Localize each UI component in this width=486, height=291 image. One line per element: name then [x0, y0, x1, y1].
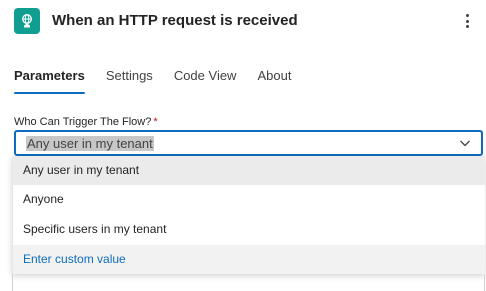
tab-settings[interactable]: Settings	[106, 68, 153, 96]
option-specific-users[interactable]: Specific users in my tenant	[13, 215, 485, 244]
chevron-down-icon	[460, 140, 470, 147]
globe-hand-icon	[22, 14, 32, 28]
who-can-trigger-select[interactable]: Any user in my tenant	[14, 130, 483, 156]
field-label-text: Who Can Trigger The Flow?	[14, 116, 152, 128]
option-anyone[interactable]: Anyone	[13, 185, 485, 214]
option-any-user-in-tenant[interactable]: Any user in my tenant	[13, 156, 485, 185]
who-can-trigger-label: Who Can Trigger The Flow? *	[14, 116, 158, 128]
tab-parameters[interactable]: Parameters	[14, 68, 85, 96]
tab-bar: Parameters Settings Code View About	[14, 68, 312, 96]
panel-edge	[12, 274, 485, 291]
more-vertical-icon[interactable]	[460, 11, 474, 31]
http-request-icon	[14, 8, 40, 34]
required-marker: *	[153, 116, 158, 128]
option-enter-custom-value[interactable]: Enter custom value	[13, 245, 485, 274]
trigger-title: When an HTTP request is received	[52, 12, 298, 29]
tab-code-view[interactable]: Code View	[174, 68, 237, 96]
trigger-header: When an HTTP request is received	[0, 0, 486, 42]
tab-about[interactable]: About	[257, 68, 291, 96]
select-current-value: Any user in my tenant	[26, 136, 154, 151]
dropdown-listbox: Any user in my tenant Anyone Specific us…	[12, 156, 485, 274]
